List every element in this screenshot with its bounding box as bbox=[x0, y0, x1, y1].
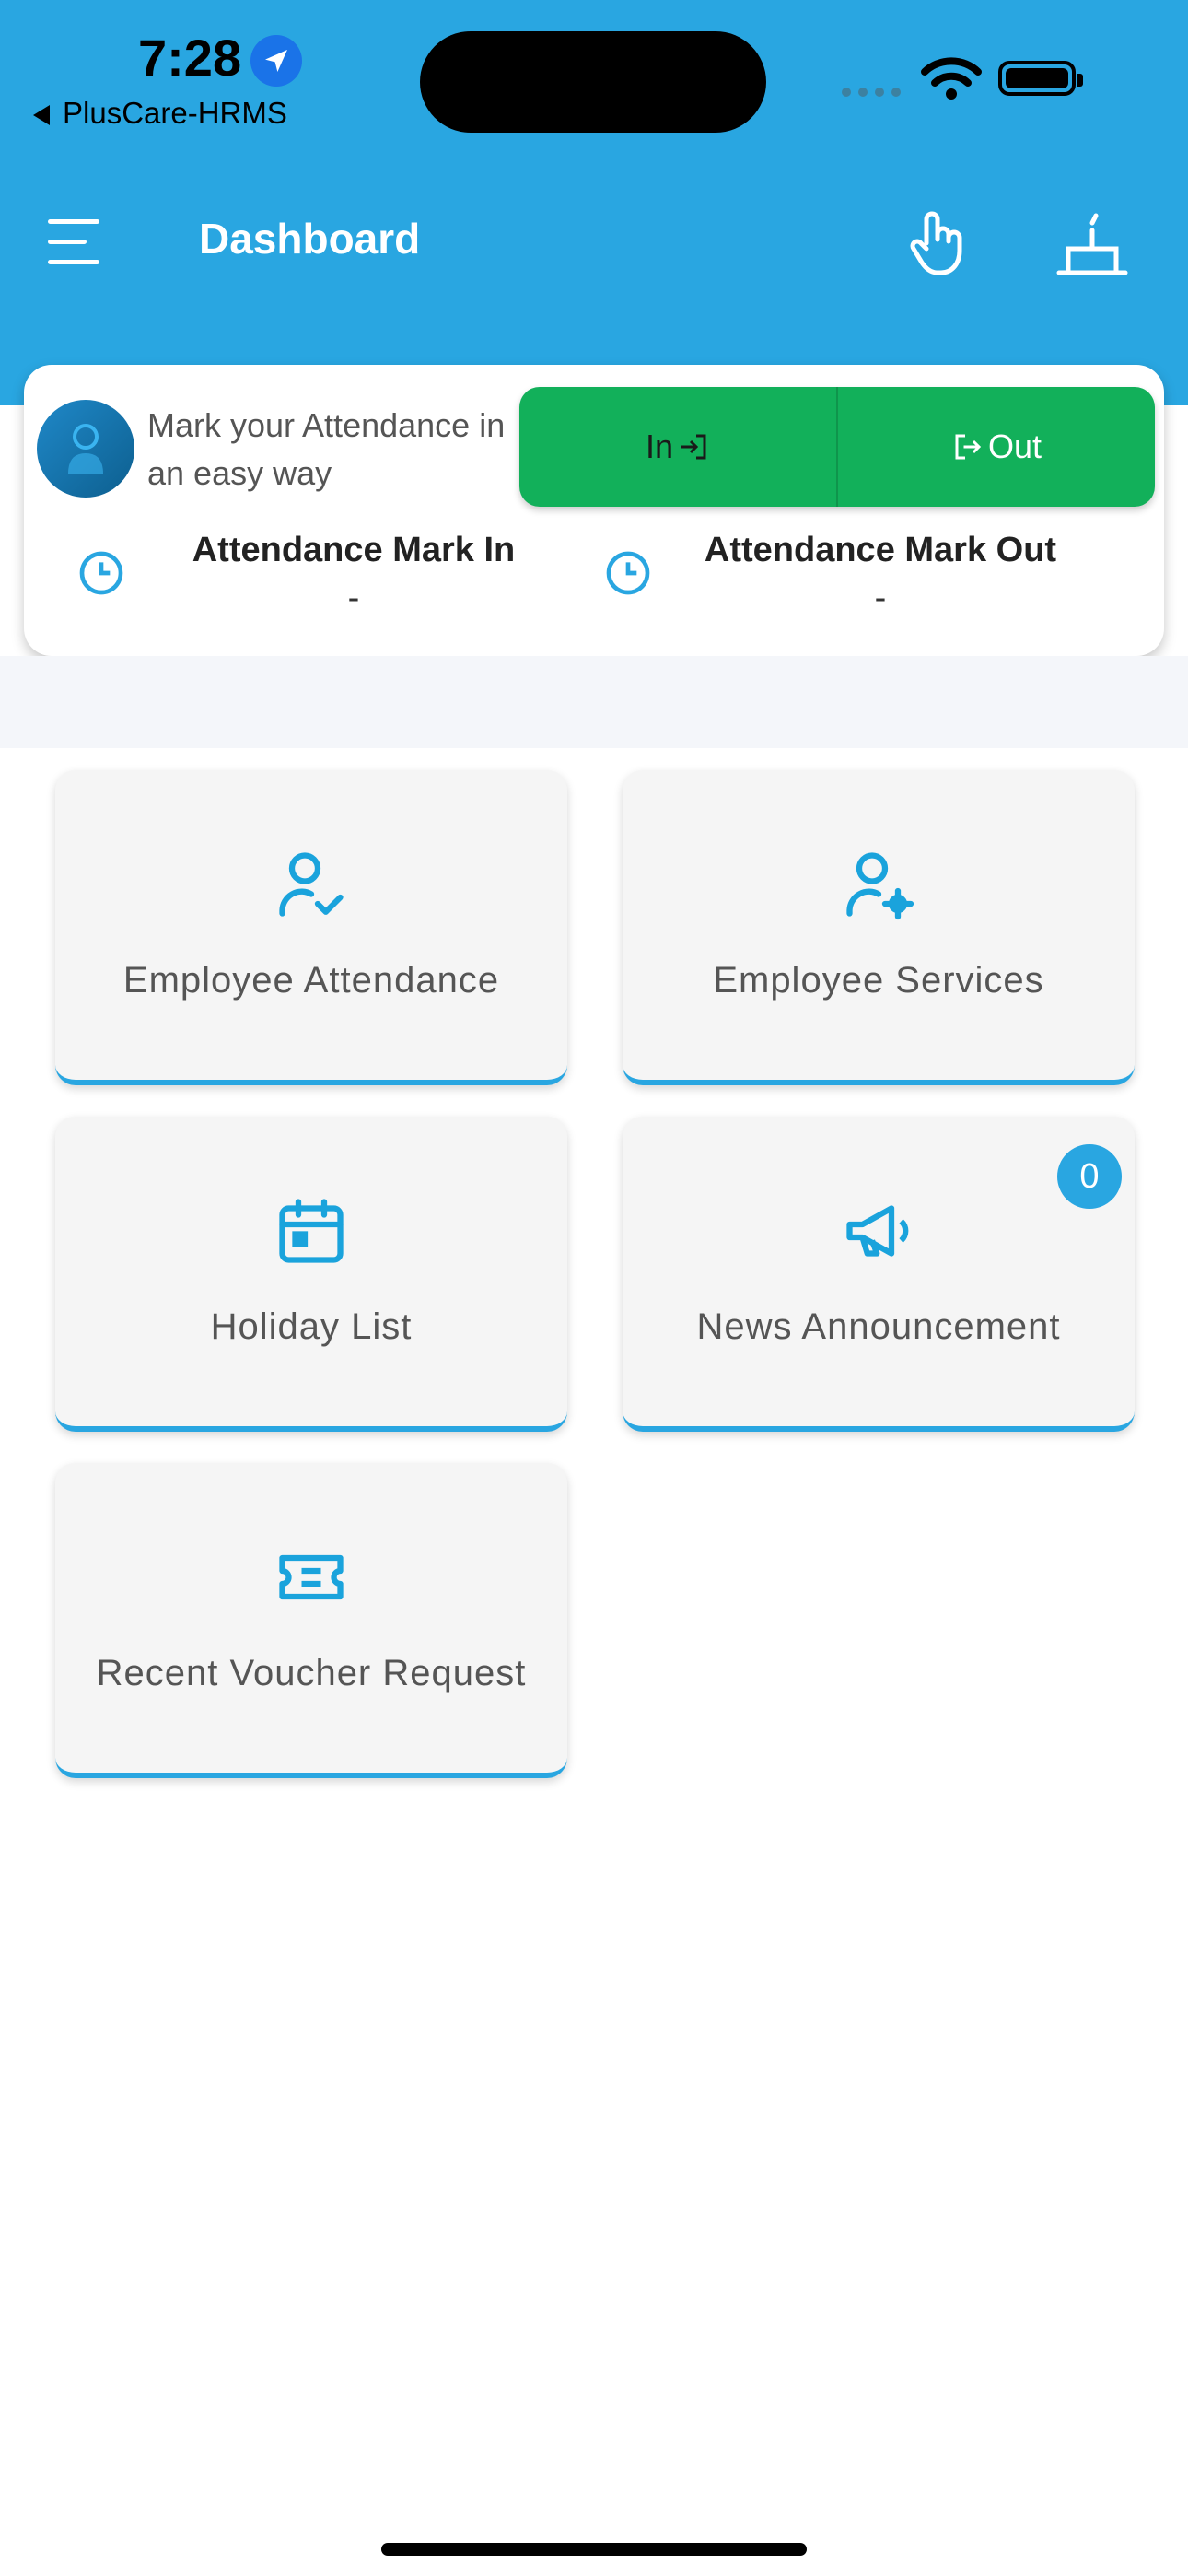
ticket-icon bbox=[279, 1554, 344, 1600]
section-divider bbox=[0, 656, 1188, 748]
tile-employee-services[interactable]: Employee Services bbox=[623, 770, 1135, 1085]
tile-label: Holiday List bbox=[210, 1306, 413, 1347]
home-indicator[interactable] bbox=[381, 2543, 807, 2556]
user-gear-icon bbox=[846, 852, 914, 920]
tile-holiday-list[interactable]: Holiday List bbox=[55, 1117, 567, 1432]
attendance-prompt: Mark your Attendance in an easy way bbox=[147, 406, 506, 492]
wifi-icon bbox=[921, 57, 982, 106]
mark-in-label: Attendance Mark In bbox=[192, 531, 516, 569]
back-app-label: PlusCare-HRMS bbox=[63, 96, 287, 130]
back-to-app-link[interactable]: PlusCare-HRMS bbox=[33, 96, 287, 131]
menu-icon[interactable] bbox=[48, 219, 103, 267]
tile-label: News Announcement bbox=[696, 1306, 1061, 1347]
cellular-signal-icon bbox=[842, 85, 908, 101]
attendance-card: Mark your Attendance in an easy way In O… bbox=[24, 365, 1164, 656]
tile-recent-voucher-request[interactable]: Recent Voucher Request bbox=[55, 1463, 567, 1778]
back-arrow-icon bbox=[33, 105, 50, 126]
mark-in-value: - bbox=[347, 579, 360, 617]
avatar bbox=[37, 400, 134, 498]
tile-label: Employee Attendance bbox=[122, 960, 500, 1001]
tile-news-announcement[interactable]: News Announcement 0 bbox=[623, 1117, 1135, 1432]
status-bar: 7:28 PlusCare-HRMS bbox=[0, 0, 1188, 166]
battery-icon bbox=[998, 61, 1083, 96]
logout-icon bbox=[955, 434, 982, 460]
desk-icon[interactable] bbox=[1055, 212, 1129, 282]
in-label: In bbox=[645, 427, 674, 465]
location-arrow-icon bbox=[250, 35, 302, 87]
mark-out-value: - bbox=[874, 579, 887, 617]
mark-out-label: Attendance Mark Out bbox=[704, 531, 1057, 569]
tile-employee-attendance[interactable]: Employee Attendance bbox=[55, 770, 567, 1085]
status-time: 7:28 bbox=[138, 29, 242, 87]
tile-label: Recent Voucher Request bbox=[96, 1653, 527, 1693]
tile-label: Employee Services bbox=[713, 960, 1044, 1001]
in-out-toggle: In Out bbox=[519, 387, 1155, 507]
mark-in-button[interactable]: In bbox=[519, 387, 838, 507]
dynamic-island bbox=[420, 31, 766, 133]
megaphone-icon bbox=[846, 1205, 909, 1257]
mark-out-button[interactable]: Out bbox=[838, 387, 1155, 507]
touch-hand-icon[interactable] bbox=[906, 206, 971, 280]
calendar-icon bbox=[279, 1199, 344, 1263]
out-label: Out bbox=[987, 427, 1042, 465]
login-icon bbox=[681, 434, 706, 460]
notification-badge: 0 bbox=[1057, 1144, 1122, 1209]
page-title: Dashboard bbox=[199, 215, 421, 263]
user-check-icon bbox=[279, 852, 344, 917]
